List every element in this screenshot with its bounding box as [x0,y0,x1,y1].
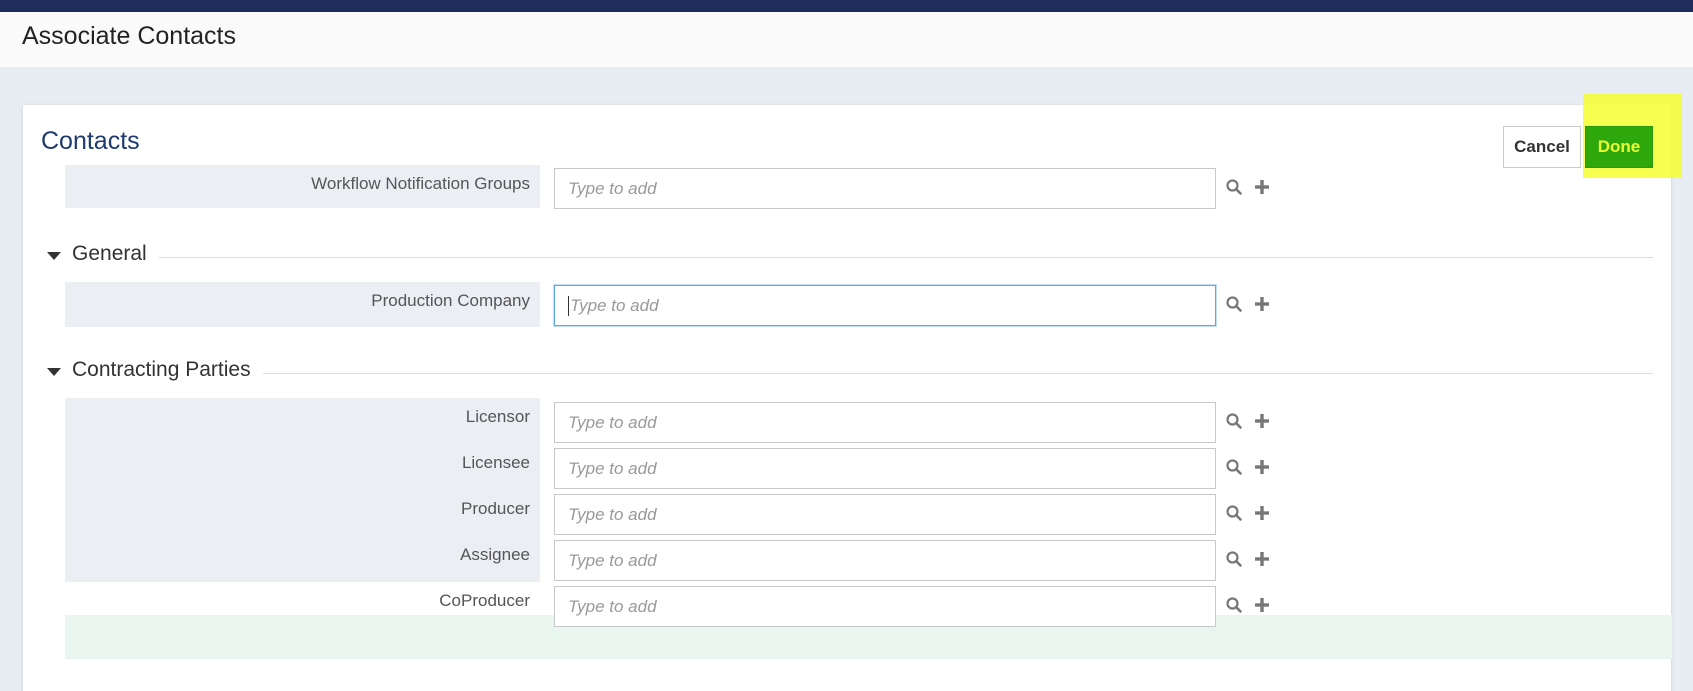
field-label: Production Company [371,291,530,310]
top-bar [0,0,1693,12]
licensor-label-cell: Licensor [65,398,540,444]
field-label: Licensor [465,407,530,426]
section-divider [83,373,1653,374]
done-button[interactable]: Done [1585,126,1653,168]
plus-icon[interactable] [1253,550,1271,568]
coproducer-label-cell: CoProducer [65,582,540,628]
search-icon[interactable] [1225,504,1243,522]
plus-icon[interactable] [1253,178,1271,196]
search-icon[interactable] [1225,178,1243,196]
field-placeholder: Type to add [570,295,659,315]
field-placeholder: Type to add [568,178,657,198]
workflow-notification-groups-input[interactable]: Type to add [554,168,1216,209]
search-icon[interactable] [1225,412,1243,430]
text-cursor [568,295,569,316]
caret-down-icon[interactable] [47,252,61,260]
production-company-label-cell: Production Company [65,282,540,327]
search-icon[interactable] [1225,458,1243,476]
contacts-card: Contacts Cancel Done Workflow Notificati… [23,94,1682,691]
field-label: Assignee [460,545,530,564]
licensor-input[interactable]: Type to add [554,402,1216,443]
producer-input[interactable]: Type to add [554,494,1216,535]
field-label: Licensee [461,453,530,472]
plus-icon[interactable] [1253,295,1271,313]
assignee-label-cell: Assignee [65,536,540,582]
field-label: Workflow Notification Groups [311,174,530,193]
field-placeholder: Type to add [568,596,657,616]
plus-icon[interactable] [1253,458,1271,476]
licensee-label-cell: Licensee [65,444,540,490]
field-placeholder: Type to add [568,458,657,478]
search-icon[interactable] [1225,295,1243,313]
licensee-input[interactable]: Type to add [554,448,1216,489]
coproducer-input[interactable]: Type to add [554,586,1216,627]
production-company-input[interactable]: Type to add [554,285,1216,326]
assignee-input[interactable]: Type to add [554,540,1216,581]
caret-down-icon[interactable] [47,368,61,376]
workflow-label-cell: Workflow Notification Groups [65,165,540,208]
section-contracting-parties: Contracting Parties [23,358,1671,388]
cancel-button[interactable]: Cancel [1503,126,1581,168]
search-icon[interactable] [1225,596,1243,614]
field-label: CoProducer [439,591,530,610]
field-placeholder: Type to add [568,550,657,570]
field-label: Producer [461,499,530,518]
card-title: Contacts [41,127,140,155]
search-icon[interactable] [1225,550,1243,568]
section-general: General [23,242,1671,272]
producer-label-cell: Producer [65,490,540,536]
section-title: Contracting Parties [72,358,263,382]
field-placeholder: Type to add [568,504,657,524]
field-placeholder: Type to add [568,412,657,432]
page-header: Associate Contacts [0,12,1693,67]
section-divider [83,257,1653,258]
section-title: General [72,242,159,266]
plus-icon[interactable] [1253,412,1271,430]
plus-icon[interactable] [1253,504,1271,522]
page-title: Associate Contacts [22,22,236,50]
plus-icon[interactable] [1253,596,1271,614]
